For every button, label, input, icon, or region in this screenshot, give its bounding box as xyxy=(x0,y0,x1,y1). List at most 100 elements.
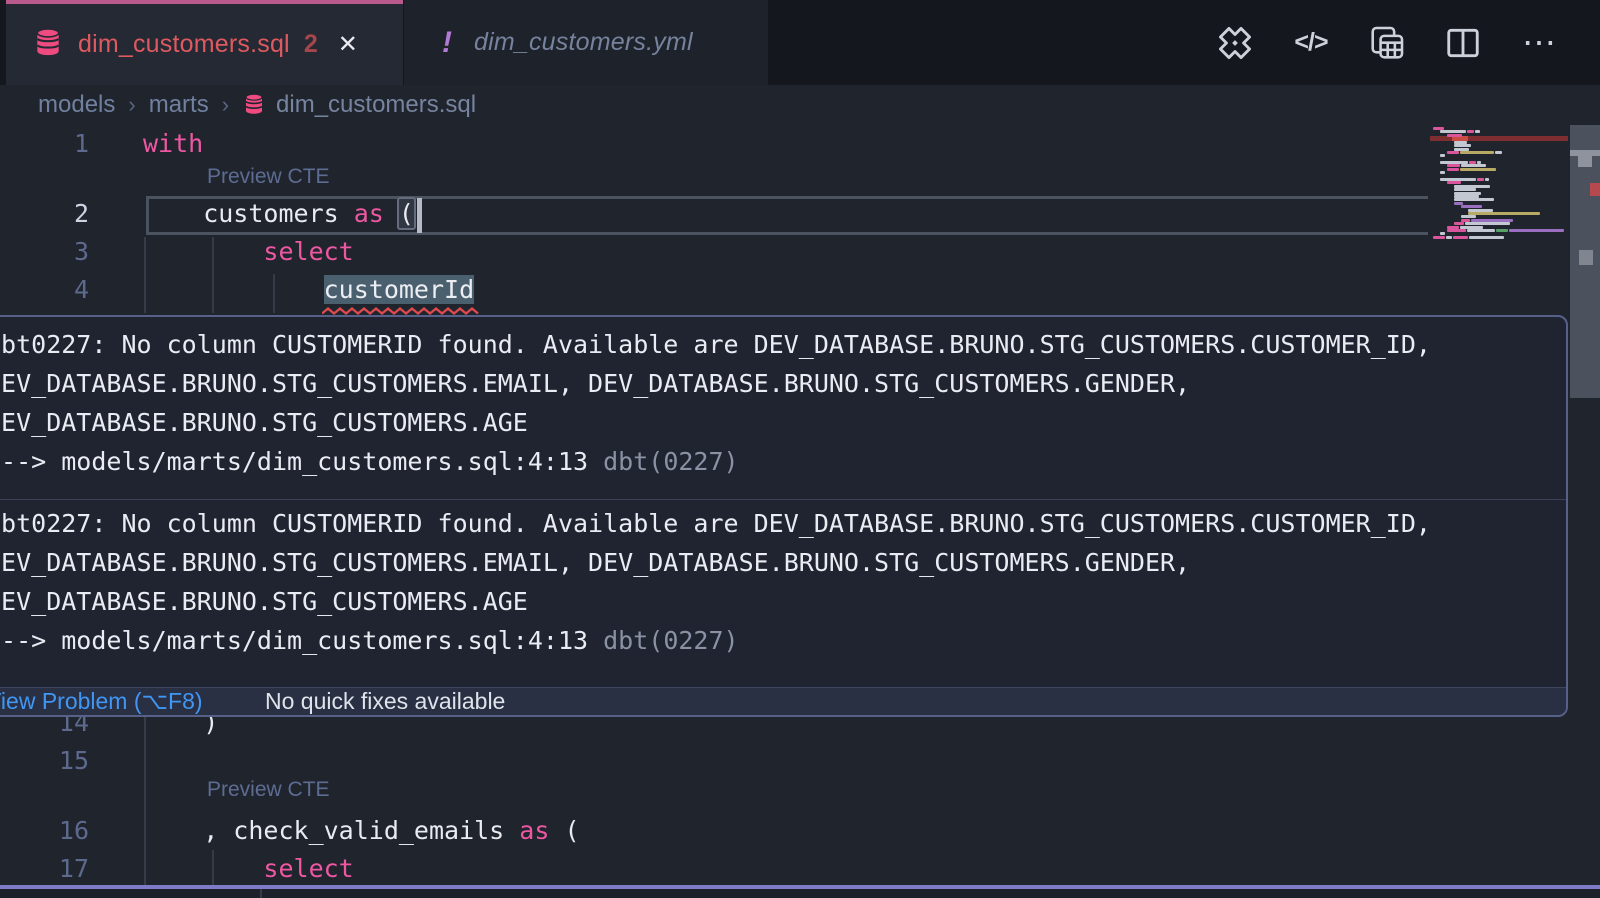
hover-status-bar: View Problem (⌥F8) No quick fixes availa… xyxy=(0,687,1566,715)
breadcrumb-item-file[interactable]: dim_customers.sql xyxy=(276,91,476,119)
error-token: customerId xyxy=(324,275,475,304)
vscode-window: dim_customers.sql 2 ✕ ! dim_customers.ym… xyxy=(0,0,1600,898)
minimap-code-line xyxy=(1461,205,1482,208)
token: , check_valid_emails xyxy=(143,816,519,845)
dirty-count-badge: 2 xyxy=(304,30,318,59)
hover-messages: dbt0227: No column CUSTOMERID found. Ava… xyxy=(0,317,1566,660)
minimap-code-line xyxy=(1477,178,1484,181)
token xyxy=(143,237,263,266)
code-text: , check_valid_emails as ( xyxy=(143,812,580,850)
indent-guide xyxy=(260,889,262,898)
tab-title: dim_customers.yml xyxy=(474,28,693,57)
token: select xyxy=(263,237,353,266)
token: as xyxy=(519,816,549,845)
breadcrumb: models › marts › dim_customers.sql xyxy=(0,85,1600,125)
line-number: 16 xyxy=(0,812,89,850)
token: select xyxy=(263,854,353,883)
code-text: customerId xyxy=(143,271,474,309)
database-icon xyxy=(32,26,64,63)
error-message-block: dbt0227: No column CUSTOMERID found. Ava… xyxy=(0,500,1566,660)
code-text: select xyxy=(143,850,354,888)
code-line-4[interactable]: 4 customerId xyxy=(0,271,1430,309)
code-line-2[interactable]: 2 customers as ( xyxy=(0,195,1430,233)
minimap-code-line xyxy=(1485,178,1489,181)
minimap-code-line xyxy=(1465,222,1510,225)
minimap-code-line xyxy=(1467,130,1474,133)
minimap-code-line xyxy=(1440,154,1445,157)
error-code: dbt(0227) xyxy=(588,447,739,476)
code-line-15[interactable]: 15 xyxy=(0,742,1430,780)
error-location-line: --> models/marts/dim_customers.sql:4:13 … xyxy=(0,442,1556,481)
error-code: dbt(0227) xyxy=(588,626,739,655)
code-text: select xyxy=(143,233,354,271)
token: ( xyxy=(549,816,579,845)
minimap-code-line xyxy=(1433,236,1445,239)
quick-fix-status: No quick fixes available xyxy=(265,688,505,715)
error-message-line: dbt0227: No column CUSTOMERID found. Ava… xyxy=(0,504,1556,543)
code-preview-icon[interactable]: </> xyxy=(1290,22,1332,64)
minimap[interactable] xyxy=(1430,125,1570,255)
token: customers xyxy=(143,199,354,228)
dbt-logo-icon[interactable] xyxy=(1214,22,1256,64)
error-message-line: DEV_DATABASE.BRUNO.STG_CUSTOMERS.EMAIL, … xyxy=(0,364,1556,403)
error-message-line: DEV_DATABASE.BRUNO.STG_CUSTOMERS.AGE xyxy=(0,582,1556,621)
code-text: customers as ( xyxy=(143,195,414,233)
error-file-location[interactable]: --> models/marts/dim_customers.sql:4:13 xyxy=(0,626,588,655)
code-line-1[interactable]: 1with xyxy=(0,125,1430,163)
token xyxy=(143,275,324,304)
line-number: 3 xyxy=(0,233,89,271)
token: ( xyxy=(397,197,416,230)
minimap-code-line xyxy=(1446,236,1452,239)
line-number: 17 xyxy=(0,850,89,888)
editor-actions: </> ⋯ xyxy=(1214,0,1560,85)
code-line-17[interactable]: 17 select xyxy=(0,850,1430,888)
token: as xyxy=(354,199,384,228)
minimap-code-line xyxy=(1461,164,1486,167)
minimap-code-line xyxy=(1454,222,1464,225)
minimap-code-line xyxy=(1447,164,1460,167)
line-number: 15 xyxy=(0,742,89,780)
minimap-code-line xyxy=(1440,232,1445,235)
minimap-code-line xyxy=(1447,181,1461,184)
minimap-code-line xyxy=(1440,171,1445,174)
tab-dim-customers-yml[interactable]: ! dim_customers.yml xyxy=(404,0,768,85)
line-number: 4 xyxy=(0,271,89,309)
minimap-code-line xyxy=(1447,168,1459,171)
overview-ruler-mark xyxy=(1590,183,1600,196)
breadcrumb-item-marts[interactable]: marts xyxy=(149,91,209,119)
chevron-right-icon: › xyxy=(222,92,229,118)
minimap-code-line xyxy=(1509,229,1564,232)
chevron-right-icon: › xyxy=(128,92,135,118)
editor-bottom-strip xyxy=(0,889,1600,898)
close-tab-icon[interactable]: ✕ xyxy=(338,30,358,59)
minimap-code-line xyxy=(1496,229,1508,232)
token xyxy=(143,854,263,883)
split-editor-icon[interactable] xyxy=(1442,22,1484,64)
code-lens-preview-cte[interactable]: Preview CTE xyxy=(207,778,330,802)
code-line-3[interactable]: 3 select xyxy=(0,233,1430,271)
minimap-code-line xyxy=(1460,168,1496,171)
minimap-code-line xyxy=(1447,151,1459,154)
minimap-code-line xyxy=(1454,198,1494,201)
error-message-line: DEV_DATABASE.BRUNO.STG_CUSTOMERS.EMAIL, … xyxy=(0,543,1556,582)
minimap-code-line xyxy=(1468,212,1540,215)
error-message-line: dbt0227: No column CUSTOMERID found. Ava… xyxy=(0,325,1556,364)
more-actions-icon[interactable]: ⋯ xyxy=(1518,22,1560,64)
minimap-code-line xyxy=(1467,229,1495,232)
error-message-block: dbt0227: No column CUSTOMERID found. Ava… xyxy=(0,317,1566,499)
line-number: 2 xyxy=(0,195,89,233)
overview-ruler-mark xyxy=(1578,156,1592,167)
text-cursor xyxy=(417,198,422,233)
code-lens-preview-cte[interactable]: Preview CTE xyxy=(207,165,330,189)
tab-dim-customers-sql[interactable]: dim_customers.sql 2 ✕ xyxy=(6,0,403,85)
minimap-code-line xyxy=(1461,215,1476,218)
token: with xyxy=(143,129,203,158)
minimap-code-line xyxy=(1475,130,1480,133)
tab-bar: dim_customers.sql 2 ✕ ! dim_customers.ym… xyxy=(0,0,1600,85)
code-line-16[interactable]: 16 , check_valid_emails as ( xyxy=(0,812,1430,850)
view-problem-link[interactable]: View Problem (⌥F8) xyxy=(0,688,203,715)
breadcrumb-item-models[interactable]: models xyxy=(38,91,115,119)
error-hover-tooltip: dbt0227: No column CUSTOMERID found. Ava… xyxy=(0,315,1568,717)
copy-table-icon[interactable] xyxy=(1366,22,1408,64)
error-file-location[interactable]: --> models/marts/dim_customers.sql:4:13 xyxy=(0,447,588,476)
